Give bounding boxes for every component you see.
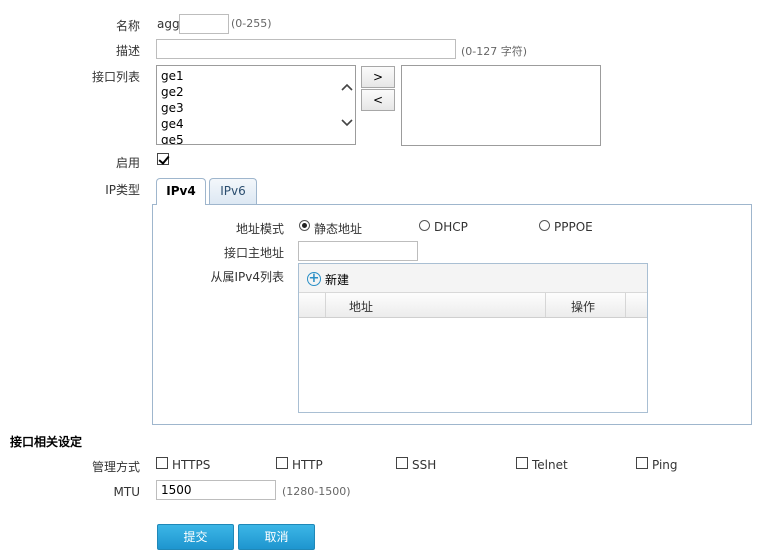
column-address: 地址 <box>349 300 374 314</box>
list-item[interactable]: ge3 <box>157 100 355 116</box>
chevron-up-icon[interactable] <box>341 82 353 94</box>
address-mode-label: 地址模式 <box>235 222 284 236</box>
list-item[interactable]: ge4 <box>157 116 355 132</box>
column-action: 操作 <box>571 300 596 314</box>
selected-interfaces-list[interactable] <box>401 65 601 146</box>
https-label: HTTPS <box>172 458 211 472</box>
https-checkbox[interactable] <box>156 457 168 469</box>
available-interfaces-list[interactable]: ge1 ge2 ge3 ge4 ge5 <box>156 65 356 145</box>
submit-button[interactable]: 提交 <box>157 524 234 550</box>
enable-label: 启用 <box>115 156 140 170</box>
telnet-checkbox[interactable] <box>516 457 528 469</box>
enable-checkbox[interactable] <box>157 153 169 165</box>
mtu-input[interactable] <box>156 480 276 500</box>
ssh-checkbox[interactable] <box>396 457 408 469</box>
move-right-button[interactable]: > <box>361 66 395 88</box>
management-label: 管理方式 <box>91 460 140 474</box>
description-label: 描述 <box>115 44 140 58</box>
address-mode-pppoe-radio[interactable] <box>539 220 550 231</box>
http-checkbox[interactable] <box>276 457 288 469</box>
primary-address-input[interactable] <box>298 241 418 261</box>
name-prefix: agg <box>157 17 180 31</box>
address-mode-dhcp-label: DHCP <box>434 220 468 234</box>
interface-settings-title: 接口相关设定 <box>10 435 83 449</box>
ping-checkbox[interactable] <box>636 457 648 469</box>
mtu-label: MTU <box>113 485 140 499</box>
list-item[interactable]: ge1 <box>157 68 355 84</box>
list-scrollbar[interactable] <box>339 66 355 144</box>
description-input[interactable] <box>156 39 456 59</box>
primary-address-label: 接口主地址 <box>223 246 284 260</box>
grid-header: 地址 操作 <box>299 293 647 318</box>
http-label: HTTP <box>292 458 323 472</box>
interface-list-label: 接口列表 <box>91 70 140 84</box>
grid-toolbar: + 新建 <box>299 264 647 293</box>
add-icon[interactable]: + <box>307 272 321 286</box>
secondary-list-label: 从属IPv4列表 <box>210 270 284 284</box>
name-hint: (0-255) <box>231 17 272 30</box>
secondary-ipv4-grid: + 新建 地址 操作 <box>298 263 648 413</box>
ip-type-label: IP类型 <box>105 183 140 197</box>
tab-ipv6[interactable]: IPv6 <box>209 178 257 204</box>
new-button[interactable]: 新建 <box>325 271 349 288</box>
list-item[interactable]: ge2 <box>157 84 355 100</box>
name-label: 名称 <box>115 19 140 33</box>
cancel-button[interactable]: 取消 <box>238 524 315 550</box>
move-left-button[interactable]: < <box>361 89 395 111</box>
address-mode-static-radio[interactable] <box>299 220 310 231</box>
name-input[interactable] <box>179 14 229 34</box>
ssh-label: SSH <box>412 458 437 472</box>
ping-label: Ping <box>652 458 678 472</box>
address-mode-dhcp-radio[interactable] <box>419 220 430 231</box>
address-mode-static-label: 静态地址 <box>314 222 363 236</box>
chevron-down-icon[interactable] <box>341 116 353 128</box>
tab-ipv4[interactable]: IPv4 <box>156 178 206 205</box>
telnet-label: Telnet <box>532 458 568 472</box>
address-mode-pppoe-label: PPPOE <box>554 220 593 234</box>
mtu-hint: (1280-1500) <box>282 485 351 498</box>
description-hint: (0-127 字符) <box>461 45 528 58</box>
list-item[interactable]: ge5 <box>157 132 355 144</box>
